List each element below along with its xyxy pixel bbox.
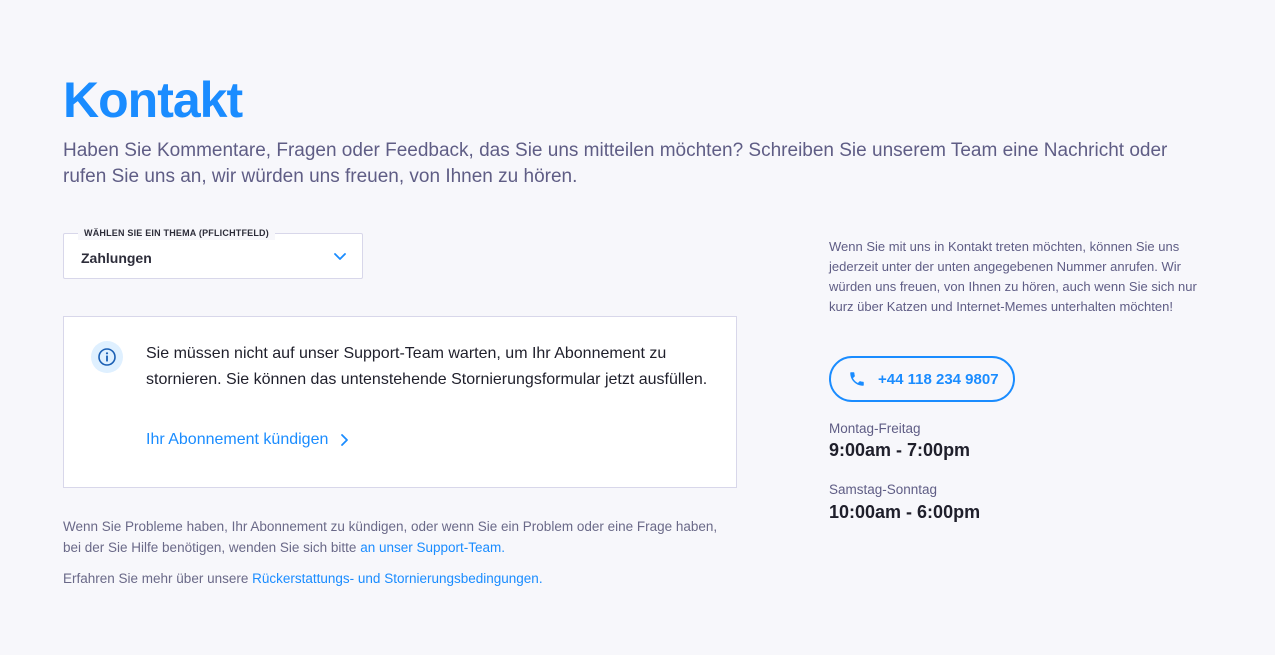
support-help-text: Wenn Sie Probleme haben, Ihr Abonnement … [63,516,723,558]
cancel-subscription-link[interactable]: Ihr Abonnement kündigen [146,431,350,449]
chevron-down-icon [334,253,346,260]
phone-icon [850,372,864,386]
weekend-hours: 10:00am - 6:00pm [829,502,981,522]
info-card: Sie müssen nicht auf unser Support-Team … [63,316,737,488]
page-title: Kontakt [63,72,243,128]
topic-select-value: Zahlungen [81,250,152,266]
info-text: Sie müssen nicht auf unser Support-Team … [146,345,708,388]
support-team-link[interactable]: an unser Support-Team. [360,540,505,555]
chevron-right-icon [341,434,349,446]
phone-button[interactable]: +44 118 234 9807 [829,356,1015,402]
policy-text: Erfahren Sie mehr über unsere Rückerstat… [63,568,723,589]
topic-select[interactable]: WÄHLEN SIE EIN THEMA (PFLICHTFELD) Zahlu… [63,226,363,279]
page-intro: Haben Sie Kommentare, Fragen oder Feedba… [63,140,1168,187]
contact-text: Wenn Sie mit uns in Kontakt treten möcht… [829,239,1197,314]
weekday-hours: 9:00am - 7:00pm [829,440,971,460]
policy-text-body: Erfahren Sie mehr über unsere [63,571,249,586]
cancel-subscription-link-label: Ihr Abonnement kündigen [146,431,329,448]
info-icon [91,341,123,373]
topic-select-label: WÄHLEN SIE EIN THEMA (PFLICHTFELD) [78,226,275,240]
weekend-label: Samstag-Sonntag [829,482,938,497]
refund-policy-link[interactable]: Rückerstattungs- und Stornierungsbedingu… [252,571,542,586]
weekday-label: Montag-Freitag [829,421,921,436]
phone-number: +44 118 234 9807 [878,370,999,388]
